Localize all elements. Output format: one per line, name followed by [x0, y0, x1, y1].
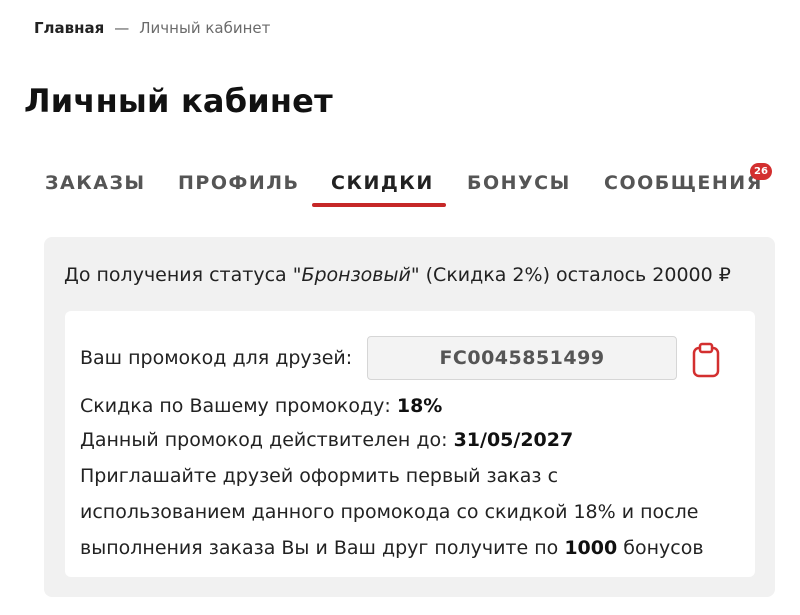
- page-title: Личный кабинет: [24, 82, 333, 120]
- tab-discounts[interactable]: СКИДКИ: [331, 172, 434, 194]
- promo-discount-value: 18%: [396, 395, 443, 417]
- breadcrumb: Главная — Личный кабинет: [34, 19, 270, 37]
- tab-orders[interactable]: ЗАКАЗЫ: [45, 172, 146, 194]
- breadcrumb-home-link[interactable]: Главная: [34, 19, 104, 37]
- status-progress-text: До получения статуса "Бронзовый" (Скидка…: [64, 264, 731, 286]
- promo-discount-label: Скидка по Вашему промокоду:: [80, 395, 391, 417]
- status-prefix: До получения статуса ": [64, 264, 302, 286]
- tab-bar: ЗАКАЗЫ ПРОФИЛЬ СКИДКИ БОНУСЫ СООБЩЕНИЯ: [0, 160, 800, 210]
- promo-validity-line: Данный промокод действителен до: 31/05/2…: [80, 429, 573, 451]
- tab-messages[interactable]: СООБЩЕНИЯ: [604, 172, 763, 194]
- invite-line3-suffix: бонусов: [623, 537, 704, 559]
- promo-validity-date: 31/05/2027: [453, 429, 574, 451]
- tab-bonuses[interactable]: БОНУСЫ: [467, 172, 571, 194]
- invite-text-line-3: выполнения заказа Вы и Ваш друг получите…: [80, 537, 704, 559]
- copy-promo-button[interactable]: [690, 342, 722, 378]
- status-suffix: " (Скидка 2%) осталось 20000 ₽: [410, 264, 731, 286]
- promo-validity-label: Данный промокод действителен до:: [80, 429, 448, 451]
- invite-bonus-amount: 1000: [564, 537, 618, 559]
- tab-profile[interactable]: ПРОФИЛЬ: [178, 172, 300, 194]
- invite-line3-prefix: выполнения заказа Вы и Ваш друг получите…: [80, 537, 559, 559]
- promo-code-field[interactable]: FC0045851499: [367, 336, 677, 380]
- breadcrumb-separator: —: [114, 19, 130, 37]
- promo-discount-line: Скидка по Вашему промокоду: 18%: [80, 395, 442, 417]
- status-level: Бронзовый: [301, 264, 411, 286]
- invite-text-line-2: использованием данного промокода со скид…: [80, 501, 699, 523]
- messages-count-badge: 26: [750, 163, 772, 180]
- breadcrumb-current: Личный кабинет: [139, 19, 271, 37]
- active-tab-indicator: [312, 203, 446, 207]
- clipboard-icon: [692, 342, 720, 378]
- promo-code-label: Ваш промокод для друзей:: [80, 347, 353, 369]
- invite-text-line-1: Приглашайте друзей оформить первый заказ…: [80, 465, 559, 487]
